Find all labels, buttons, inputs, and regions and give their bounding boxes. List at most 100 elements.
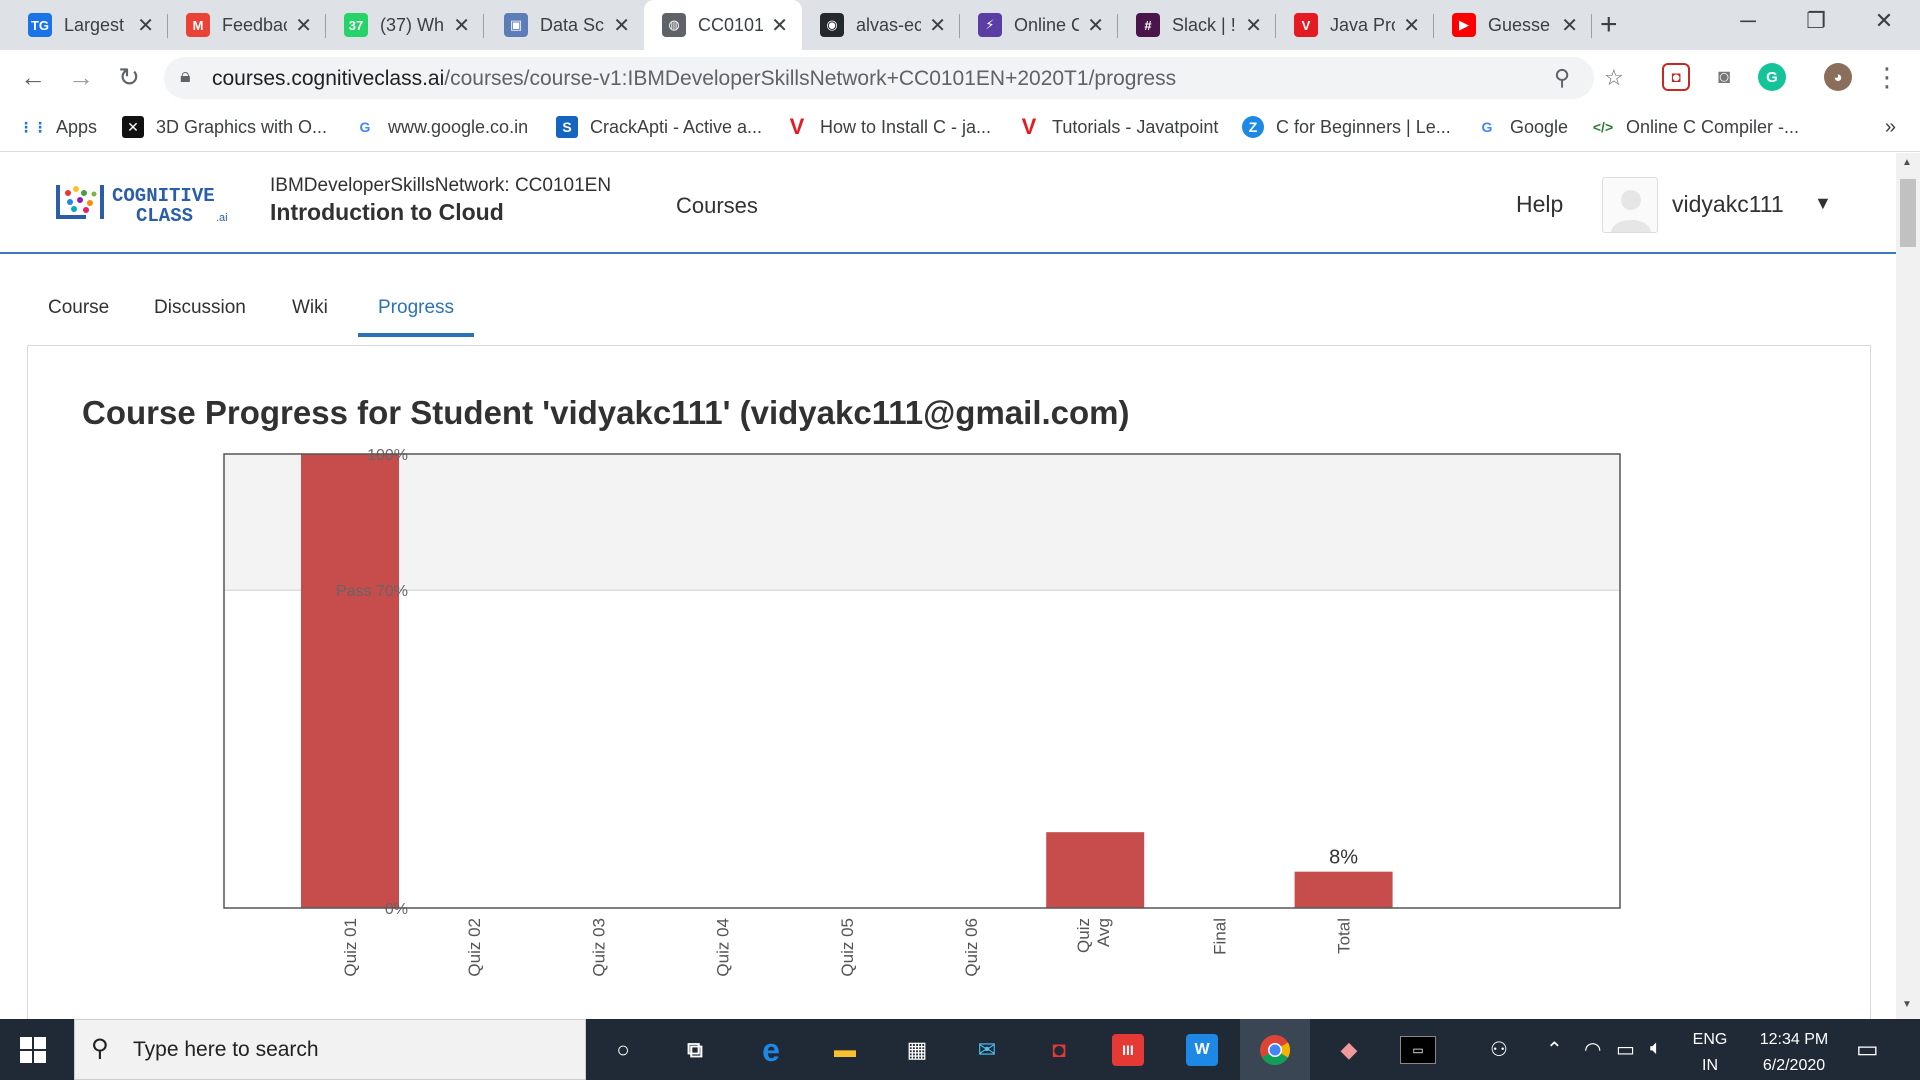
- restore-icon[interactable]: ❐: [1796, 8, 1836, 34]
- people-icon[interactable]: ⚇: [1490, 1037, 1508, 1062]
- avatar[interactable]: [1602, 177, 1658, 233]
- app-icon[interactable]: III: [1112, 1034, 1144, 1066]
- menu-kebab-icon[interactable]: ⋮: [1870, 62, 1904, 93]
- cognitive-class-logo[interactable]: COGNITIVE CLASS .ai: [56, 181, 244, 225]
- chrome-icon[interactable]: [1256, 1031, 1294, 1069]
- new-tab-button[interactable]: +: [1600, 8, 1618, 42]
- notification-icon[interactable]: ▭: [1856, 1035, 1879, 1064]
- bookmark-item[interactable]: S CrackApti - Active a...: [556, 116, 762, 138]
- wifi-icon[interactable]: ◠: [1584, 1037, 1601, 1062]
- user-menu[interactable]: vidyakc111 ▼: [1602, 177, 1842, 233]
- windows-start-icon[interactable]: [20, 1037, 46, 1063]
- browser-toolbar: ← → ↻ 🔒︎ courses.cognitiveclass.ai/cours…: [0, 50, 1920, 106]
- zoom-icon[interactable]: ⚲: [1554, 65, 1570, 91]
- bookmark-item[interactable]: V How to Install C - ja...: [786, 114, 991, 139]
- bookmark-item[interactable]: ✕ 3D Graphics with O...: [122, 116, 327, 138]
- c-beginners-icon: Z: [1242, 116, 1264, 138]
- cortana-icon[interactable]: ○: [604, 1031, 642, 1069]
- y-tick-label: Pass 70%: [336, 583, 408, 600]
- close-icon[interactable]: ✕: [929, 13, 946, 38]
- chart-bar[interactable]: [1294, 871, 1393, 908]
- close-icon[interactable]: ✕: [295, 13, 312, 38]
- profile-avatar-icon[interactable]: ◕: [1824, 63, 1852, 91]
- bookmark-item[interactable]: ⋮⋮ Apps: [19, 116, 97, 138]
- x-tick-label: Quiz 03: [589, 918, 608, 977]
- browser-tab[interactable]: ▶ Guesse ✕: [1434, 0, 1592, 50]
- tab-title: alvas-ec: [856, 14, 922, 35]
- store-icon[interactable]: ▦: [898, 1031, 936, 1069]
- help-link[interactable]: Help: [1516, 191, 1563, 218]
- tab-wiki[interactable]: Wiki: [272, 281, 348, 337]
- chevron-down-icon[interactable]: ▼: [1814, 193, 1832, 214]
- reload-button[interactable]: ↻: [112, 62, 146, 93]
- bookmark-item[interactable]: </> Online C Compiler -...: [1592, 116, 1799, 138]
- tab-discussion[interactable]: Discussion: [134, 281, 266, 337]
- nav-courses-link[interactable]: Courses: [676, 193, 758, 219]
- username[interactable]: vidyakc111: [1672, 191, 1784, 218]
- tab-course[interactable]: Course: [28, 281, 129, 337]
- scroll-up-icon[interactable]: ▲: [1902, 157, 1912, 168]
- chevron-up-icon[interactable]: ⌃: [1546, 1037, 1563, 1062]
- file-explorer-icon[interactable]: ▬: [826, 1031, 864, 1069]
- browser-tab[interactable]: ⚡ Online C ✕: [960, 0, 1118, 50]
- mcafee-icon[interactable]: ◘: [1040, 1031, 1078, 1069]
- minimize-icon[interactable]: ─: [1728, 8, 1768, 34]
- bookmark-label: Tutorials - Javatpoint: [1052, 116, 1219, 137]
- volume-icon[interactable]: 🔈︎: [1650, 1037, 1662, 1060]
- bookmark-item[interactable]: Gwww.google.co.in: [354, 116, 529, 138]
- wps-writer-icon[interactable]: W: [1186, 1034, 1218, 1066]
- page-scrollbar[interactable]: ▲ ▼: [1896, 153, 1920, 1019]
- chart-bar[interactable]: [1046, 832, 1145, 908]
- clock[interactable]: 12:34 PM 6/2/2020: [1744, 1027, 1844, 1079]
- close-icon[interactable]: ✕: [1403, 13, 1420, 38]
- google-icon: G: [1481, 119, 1493, 135]
- bookmark-star-icon[interactable]: ☆: [1604, 65, 1624, 91]
- bookmark-item[interactable]: G Google: [1476, 116, 1569, 138]
- mail-icon[interactable]: ✉: [968, 1031, 1006, 1069]
- more-bookmarks-icon[interactable]: »: [1885, 116, 1896, 139]
- close-icon[interactable]: ✕: [453, 13, 470, 38]
- taskbar-search[interactable]: ⚲ Type here to search: [74, 1019, 586, 1080]
- camera-extension-icon[interactable]: ◙: [1710, 63, 1738, 91]
- search-placeholder: Type here to search: [133, 1038, 319, 1061]
- edge-icon[interactable]: e: [752, 1031, 790, 1069]
- lang-line1: ENG: [1692, 1031, 1728, 1048]
- close-icon[interactable]: ✕: [137, 13, 154, 38]
- browser-tab[interactable]: M Feedback ✕: [168, 0, 326, 50]
- language-indicator[interactable]: ENG IN: [1690, 1027, 1730, 1079]
- tab-title: Slack | !: [1172, 14, 1236, 35]
- chart-bar[interactable]: [301, 454, 399, 908]
- task-view-icon[interactable]: ⧉: [676, 1031, 714, 1069]
- bookmark-item[interactable]: V Tutorials - Javatpoint: [1018, 114, 1219, 139]
- browser-tab[interactable]: V Java Pro ✕: [1276, 0, 1434, 50]
- browser-tab[interactable]: ◉ alvas-ec ✕: [802, 0, 960, 50]
- grammarly-extension-icon[interactable]: G: [1758, 63, 1786, 91]
- x-tick-label: Quiz 04: [714, 918, 733, 977]
- bookmark-item[interactable]: Z C for Beginners | Le...: [1242, 116, 1451, 138]
- 3d-graphics-icon: ✕: [122, 116, 144, 138]
- close-icon[interactable]: ✕: [1245, 13, 1262, 38]
- close-icon[interactable]: ✕: [1087, 13, 1104, 38]
- forward-button[interactable]: →: [64, 62, 98, 93]
- close-window-icon[interactable]: ✕: [1864, 8, 1904, 34]
- code-icon: </>: [1592, 119, 1614, 135]
- close-icon[interactable]: ✕: [1561, 13, 1578, 38]
- page-title: Course Progress for Student 'vidyakc111'…: [82, 394, 1130, 431]
- back-button[interactable]: ←: [16, 62, 50, 93]
- tab-progress[interactable]: Progress: [358, 281, 475, 337]
- close-icon[interactable]: ✕: [771, 13, 788, 38]
- browser-tab[interactable]: TG Largest ✕: [10, 0, 168, 50]
- address-bar[interactable]: 🔒︎ courses.cognitiveclass.ai/courses/cou…: [164, 57, 1624, 99]
- terminal-icon[interactable]: ▭: [1400, 1036, 1436, 1064]
- paint-icon[interactable]: ◆: [1330, 1031, 1368, 1069]
- browser-tab[interactable]: ▣ Data Sc ✕: [486, 0, 644, 50]
- scroll-down-icon[interactable]: ▼: [1902, 999, 1912, 1010]
- browser-tab[interactable]: ◍ CC0101 ✕: [644, 0, 802, 50]
- battery-icon[interactable]: ▭: [1616, 1037, 1635, 1062]
- browser-tab[interactable]: 37 (37) Wh ✕: [326, 0, 484, 50]
- mcafee-extension-icon[interactable]: ◘: [1662, 63, 1690, 91]
- bookmark-label: www.google.co.in: [388, 116, 529, 137]
- scrollbar-thumb[interactable]: [1900, 179, 1916, 247]
- close-icon[interactable]: ✕: [613, 13, 630, 38]
- browser-tab[interactable]: # Slack | ! ✕: [1118, 0, 1276, 50]
